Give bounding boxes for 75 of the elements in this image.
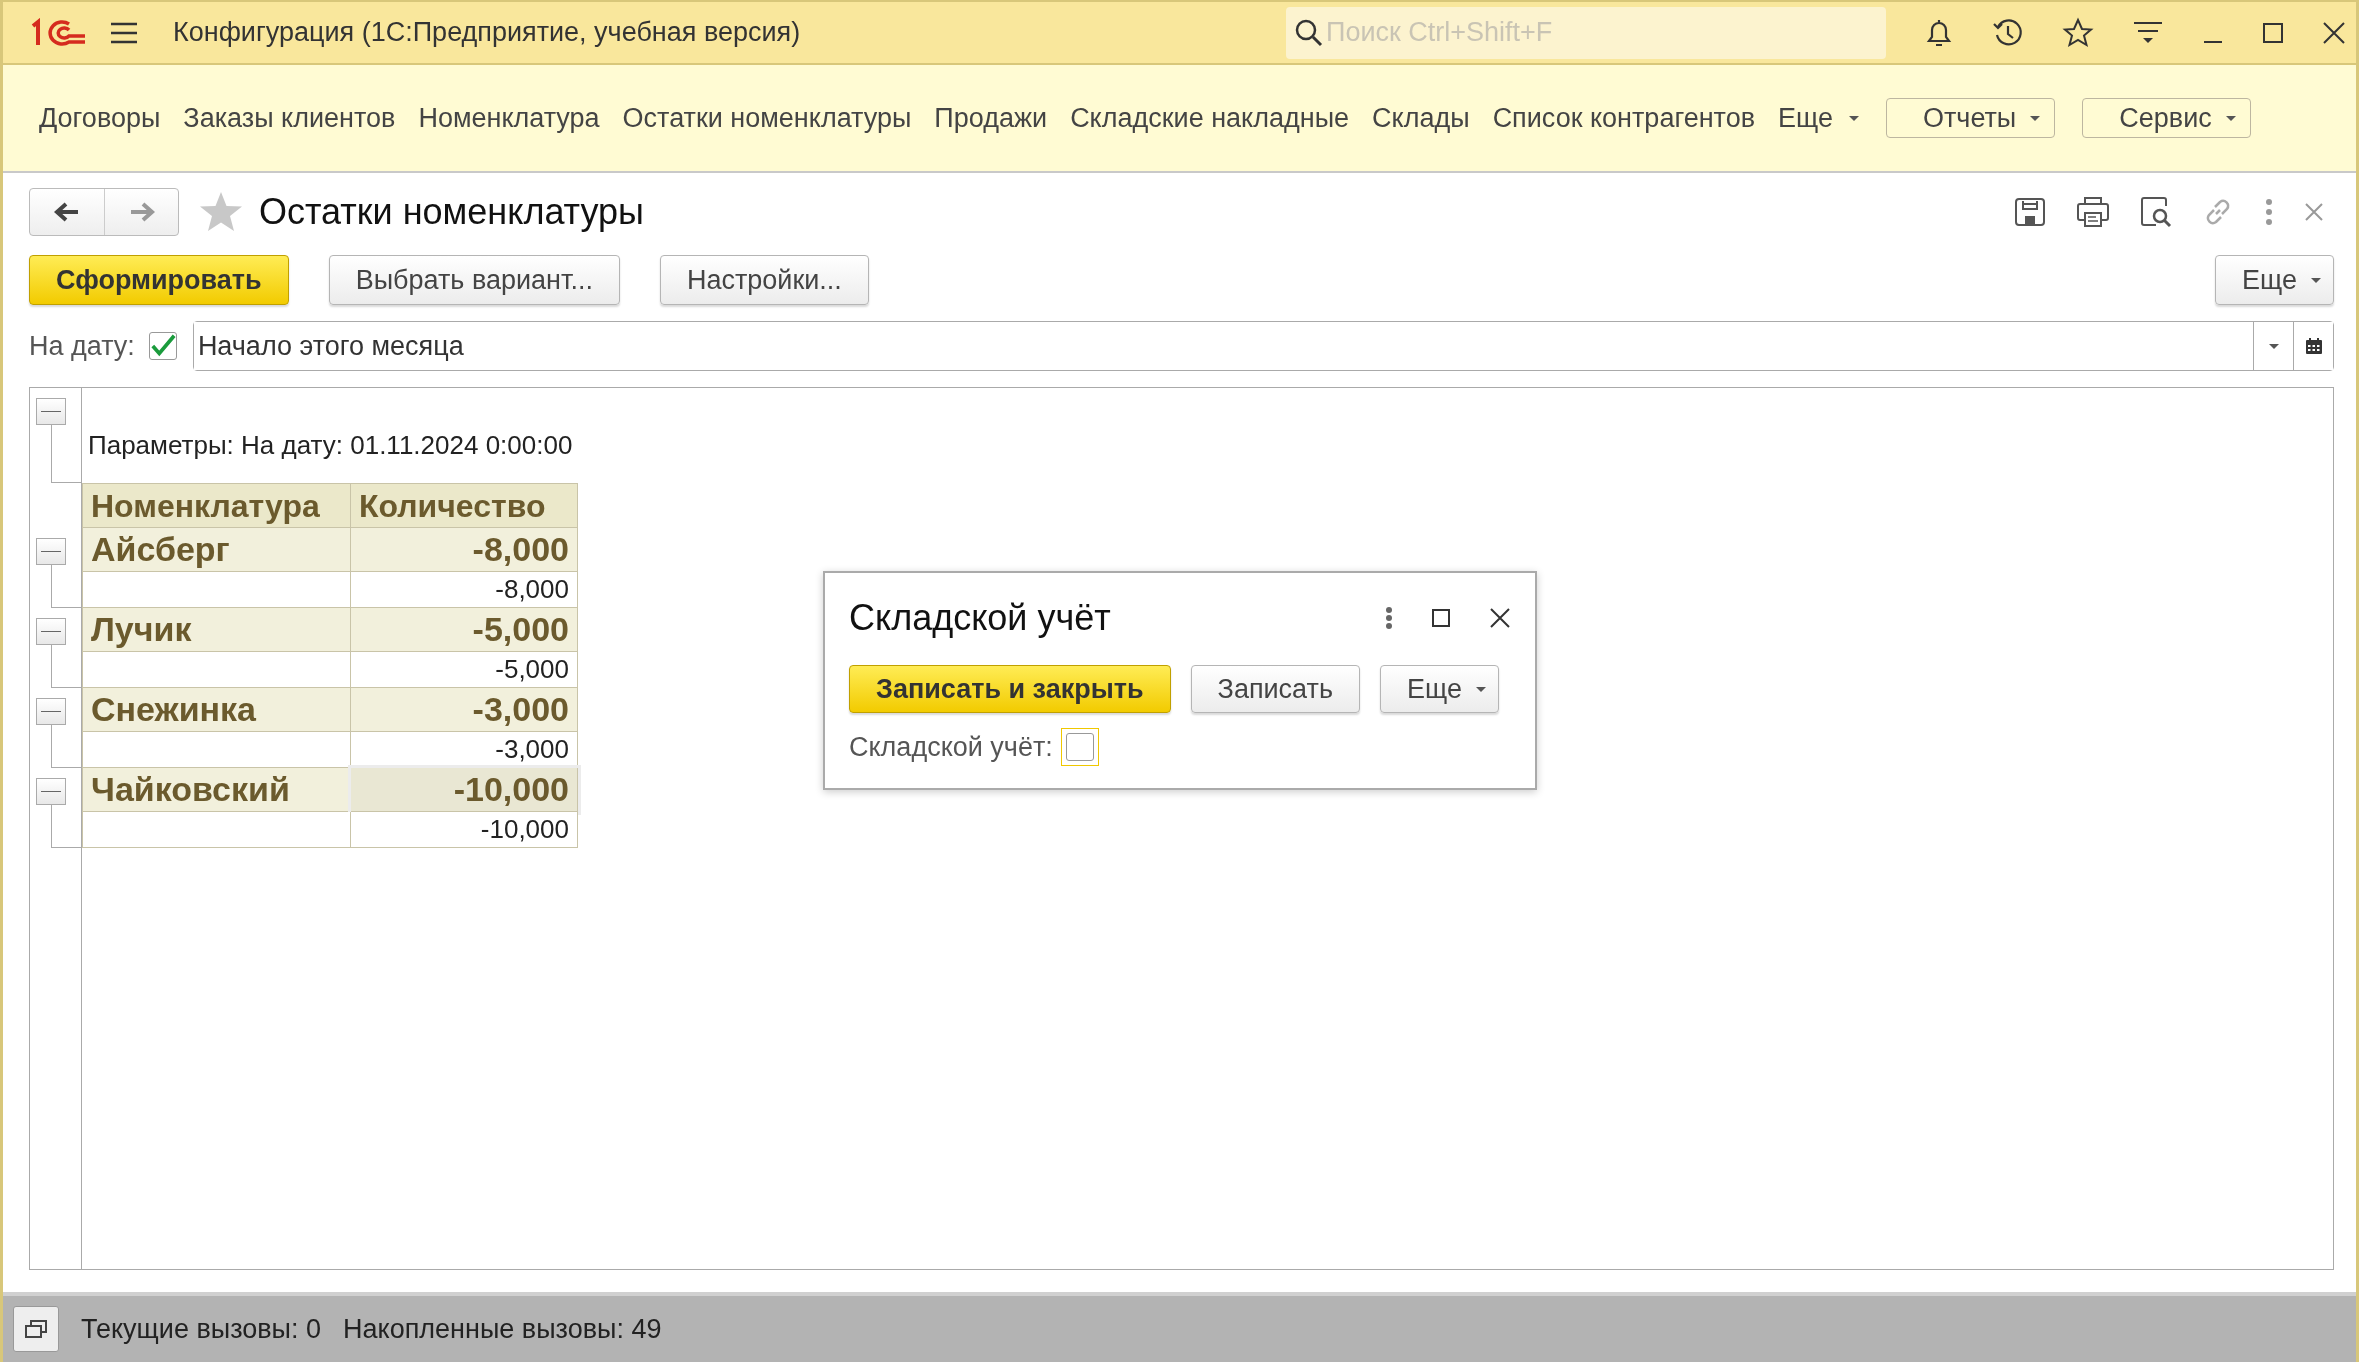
- action-button[interactable]: Выбрать вариант...: [328, 255, 620, 305]
- dialog-title: Складской учёт: [849, 596, 1111, 640]
- group-cell: Айсберг: [82, 528, 351, 572]
- history-icon[interactable]: [1992, 16, 2024, 49]
- maximize-icon[interactable]: [1431, 608, 1451, 628]
- preview-icon[interactable]: [2140, 196, 2172, 228]
- caret-icon: [2030, 115, 2041, 121]
- group-cell: Лучик: [82, 608, 351, 652]
- close-icon[interactable]: [1489, 607, 1511, 629]
- primary-button[interactable]: Записать и закрыть: [849, 665, 1171, 713]
- right-arrow-icon: [128, 202, 155, 222]
- collapse-toggle[interactable]: [36, 398, 66, 425]
- close-icon[interactable]: [2322, 20, 2346, 45]
- section-button[interactable]: Сервис: [2082, 98, 2251, 138]
- group-cell: Чайковский: [82, 768, 351, 812]
- collapse-toggle[interactable]: [36, 698, 66, 725]
- maximize-icon[interactable]: [2262, 21, 2284, 44]
- action-button[interactable]: Настройки...: [659, 255, 869, 305]
- menu-icon[interactable]: [109, 20, 139, 45]
- table-cell: -5,000: [351, 652, 578, 688]
- more-icon[interactable]: [1385, 606, 1393, 630]
- column-header: Количество: [351, 483, 578, 528]
- checkmark-icon: [149, 333, 176, 359]
- parameters-text: Параметры: На дату: 01.11.2024 0:00:00: [87, 429, 573, 462]
- primary-button[interactable]: Сформировать: [29, 255, 289, 305]
- date-checkbox[interactable]: [148, 332, 177, 360]
- window-title: Конфигурация (1С:Предприятие, учебная версия): [173, 16, 801, 50]
- more-button[interactable]: Еще: [2215, 255, 2334, 305]
- status-text: Текущие вызовы: 0: [81, 1312, 322, 1346]
- more-menu[interactable]: Еще: [1778, 97, 1859, 139]
- caret-icon: [1848, 115, 1859, 121]
- field-label: Складской учёт:: [849, 731, 1053, 764]
- windows-icon: [24, 1319, 48, 1339]
- section-link[interactable]: Список контрагентов: [1492, 97, 1755, 139]
- caret-icon: [1475, 686, 1486, 692]
- caret-icon: [2311, 277, 2321, 283]
- section-link[interactable]: Заказы клиентов: [183, 97, 396, 139]
- more-icon[interactable]: [2264, 198, 2274, 226]
- more-button[interactable]: Еще: [1380, 665, 1499, 713]
- group-total-cell[interactable]: -8,000: [351, 528, 578, 572]
- windows-button[interactable]: [13, 1306, 59, 1352]
- group-total-cell[interactable]: -3,000: [351, 688, 578, 732]
- section-link[interactable]: Номенклатура: [418, 97, 600, 139]
- collapse-toggle[interactable]: [36, 778, 66, 805]
- table-cell: -8,000: [351, 572, 578, 608]
- calendar-icon: [2304, 337, 2323, 355]
- search-icon: [1294, 17, 1324, 48]
- column-header: Номенклатура: [82, 483, 351, 528]
- caret-icon: [2268, 343, 2279, 349]
- star-icon[interactable]: [199, 191, 243, 233]
- checkbox[interactable]: [1065, 733, 1094, 762]
- group-total-cell[interactable]: -10,000: [351, 768, 578, 812]
- logo-icon: [29, 17, 87, 48]
- section-link[interactable]: Складские накладные: [1070, 97, 1350, 139]
- collapse-toggle[interactable]: [36, 618, 66, 645]
- section-button[interactable]: Отчеты: [1885, 98, 2056, 138]
- left-arrow-icon: [54, 202, 80, 222]
- section-link[interactable]: Продажи: [934, 97, 1048, 139]
- section-link[interactable]: Договоры: [39, 97, 161, 139]
- group-cell: Снежинка: [82, 688, 351, 732]
- table-cell: -3,000: [351, 732, 578, 768]
- section-link[interactable]: Остатки номенклатуры: [622, 97, 912, 139]
- save-icon[interactable]: [2014, 197, 2046, 227]
- form-title: Остатки номенклатуры: [259, 190, 644, 234]
- action-button[interactable]: Записать: [1190, 665, 1360, 713]
- caret-icon: [2225, 115, 2236, 121]
- group-total-cell[interactable]: -5,000: [351, 608, 578, 652]
- date-label: На дату:: [29, 329, 135, 363]
- calendar-button[interactable]: [2293, 322, 2333, 370]
- collapse-toggle[interactable]: [36, 538, 66, 565]
- star-icon[interactable]: [2062, 16, 2094, 49]
- status-text: Накопленные вызовы: 49: [343, 1312, 662, 1346]
- table-cell: -10,000: [351, 812, 578, 848]
- section-link[interactable]: Склады: [1372, 97, 1470, 139]
- print-icon[interactable]: [2076, 196, 2110, 228]
